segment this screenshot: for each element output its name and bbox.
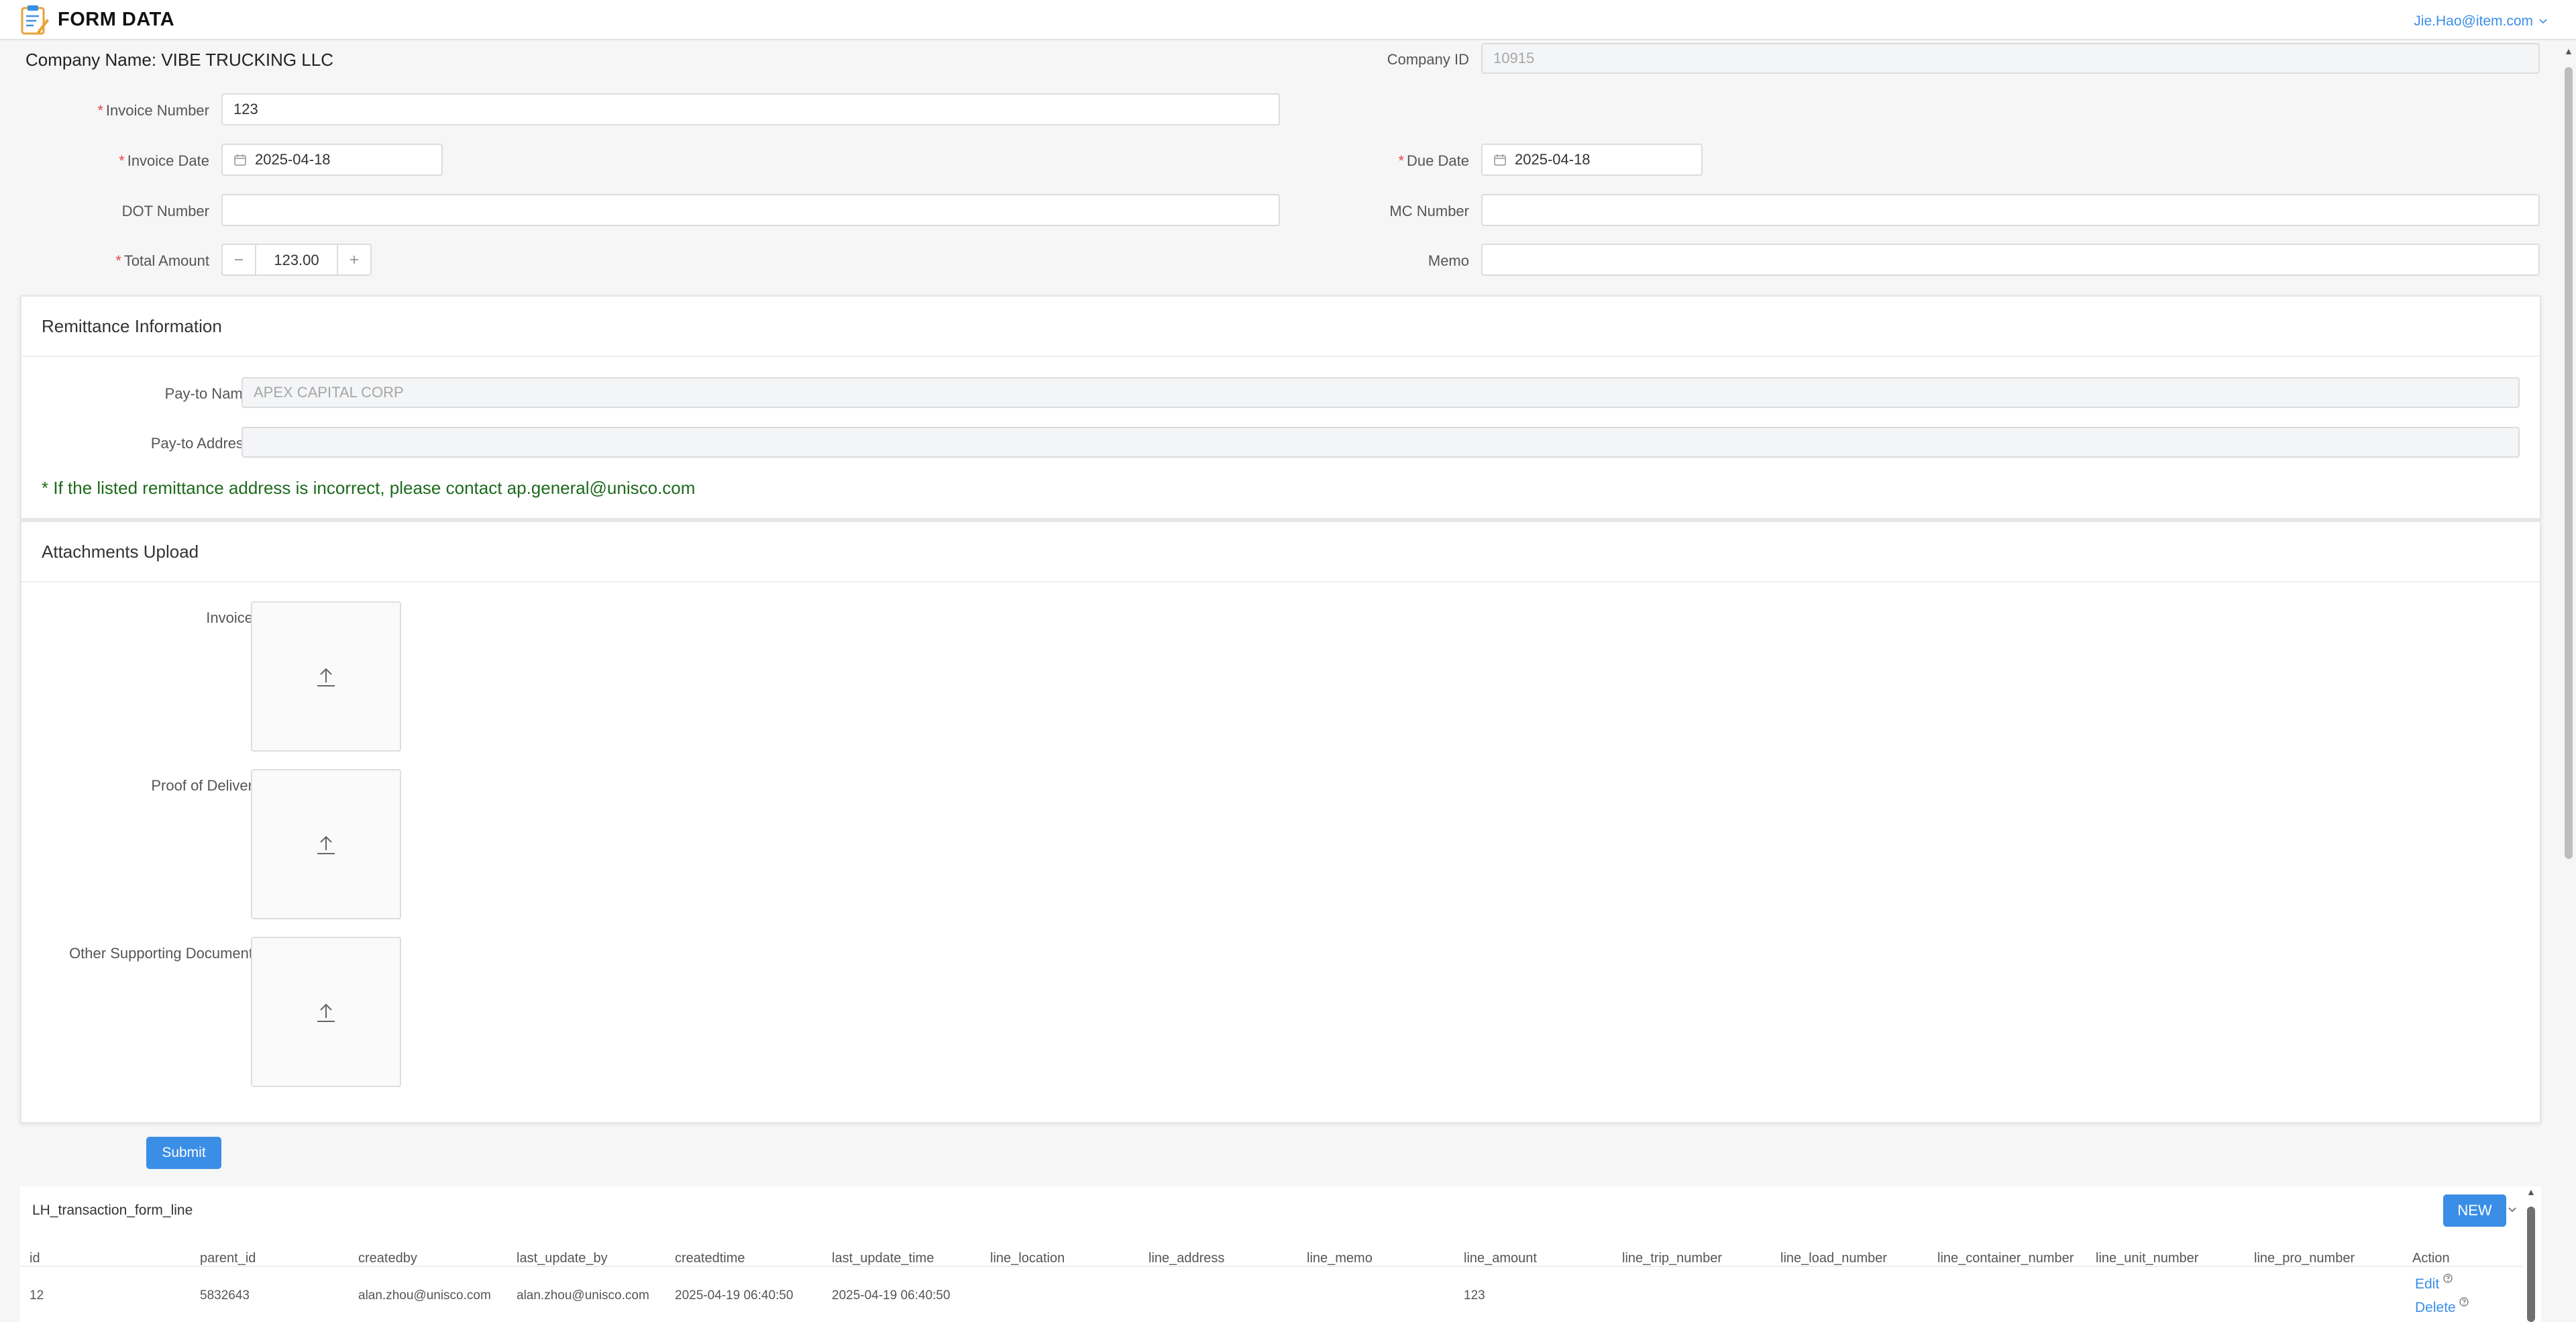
due-date-label: * Due Date (1398, 152, 1469, 169)
dot-number-input[interactable] (221, 194, 1280, 226)
column-header: line_container_number (1937, 1251, 2074, 1266)
app-title: FORM DATA (58, 8, 175, 30)
mc-number-label: MC Number (1389, 203, 1469, 219)
subtable-scrollbar[interactable]: ▲ (2522, 1186, 2538, 1322)
column-header: id (30, 1251, 40, 1266)
column-header: line_trip_number (1622, 1251, 1722, 1266)
mc-number-input[interactable] (1481, 194, 2540, 226)
edit-link[interactable]: Edit (2415, 1276, 2439, 1292)
column-header: last_update_time (832, 1251, 934, 1266)
question-icon[interactable] (2443, 1274, 2453, 1283)
required-mark: * (119, 152, 125, 169)
pod-label: Proof of Delivery (151, 777, 260, 794)
scroll-up-icon[interactable]: ▲ (2564, 46, 2573, 56)
required-mark: * (1398, 152, 1405, 169)
pay-to-name-field: APEX CAPITAL CORP (241, 377, 2520, 408)
calendar-icon (234, 154, 246, 166)
memo-label: Memo (1428, 252, 1469, 269)
user-menu[interactable]: Jie.Hao@item.com (2414, 13, 2548, 30)
attachments-title: Attachments Upload (21, 522, 2540, 582)
invoices-label: Invoices (206, 609, 260, 626)
company-id-field: 10915 (1481, 43, 2540, 74)
company-id-label: Company ID (1387, 51, 1469, 68)
new-button[interactable]: NEW (2443, 1194, 2506, 1227)
minus-icon (235, 259, 243, 260)
pay-to-name-label: Pay-to Name (164, 385, 251, 402)
invoice-date-label: * Invoice Date (119, 152, 209, 169)
pod-upload[interactable] (251, 769, 401, 919)
table-cell: 5832643 (200, 1288, 250, 1303)
table-divider (20, 1266, 2522, 1267)
column-header: line_unit_number (2096, 1251, 2199, 1266)
table-cell: 123 (1464, 1288, 1485, 1303)
top-bar: FORM DATA Jie.Hao@item.com (0, 0, 2576, 40)
calendar-icon (1494, 154, 1506, 166)
user-email[interactable]: Jie.Hao@item.com (2414, 13, 2533, 30)
remittance-title: Remittance Information (21, 297, 2540, 357)
company-name: Company Name: VIBE TRUCKING LLC (25, 50, 333, 70)
column-header: line_address (1148, 1251, 1225, 1266)
invoice-number-input[interactable]: 123 (221, 93, 1280, 125)
table-cell: alan.zhou@unisco.com (517, 1288, 649, 1303)
table-cell: alan.zhou@unisco.com (358, 1288, 491, 1303)
remittance-notice: * If the listed remittance address is in… (42, 478, 696, 498)
column-header: line_amount (1464, 1251, 1537, 1266)
due-date-picker[interactable]: 2025-04-18 (1481, 144, 1703, 176)
subtable-scrollbar-thumb[interactable] (2527, 1207, 2535, 1322)
required-mark: * (97, 102, 103, 119)
invoices-upload[interactable] (251, 601, 401, 752)
column-header: Action (2412, 1251, 2450, 1266)
invoice-date-picker[interactable]: 2025-04-18 (221, 144, 443, 176)
plus-icon (350, 256, 358, 264)
page-scrollbar-thumb[interactable] (2565, 67, 2573, 859)
required-mark: * (115, 252, 121, 269)
total-amount-stepper[interactable]: 123.00 (221, 244, 372, 276)
page-scrollbar[interactable]: ▲ (2561, 40, 2576, 1322)
chevron-down-icon[interactable] (2508, 1205, 2517, 1215)
column-header: last_update_by (517, 1251, 608, 1266)
form-logo-icon (21, 5, 49, 35)
decrement-button[interactable] (223, 245, 256, 274)
question-icon[interactable] (2459, 1297, 2469, 1307)
column-header: line_location (990, 1251, 1065, 1266)
chevron-down-icon (2539, 19, 2547, 24)
subtable-title: LH_transaction_form_line (32, 1203, 193, 1218)
attachments-card: Attachments Upload Invoices Proof of Del… (20, 521, 2541, 1123)
column-header: parent_id (200, 1251, 256, 1266)
remittance-card: Remittance Information Pay-to Name APEX … (20, 295, 2541, 519)
table-cell: 2025-04-19 06:40:50 (832, 1288, 951, 1303)
pay-to-address-label: Pay-to Address (150, 435, 251, 452)
upload-icon (317, 668, 335, 687)
total-amount-value[interactable]: 123.00 (256, 252, 337, 269)
upload-icon (317, 835, 335, 854)
invoice-number-label: * Invoice Number (97, 102, 209, 119)
column-header: line_memo (1307, 1251, 1373, 1266)
total-amount-label: * Total Amount (115, 252, 209, 269)
delete-link[interactable]: Delete (2415, 1300, 2456, 1316)
pay-to-address-field (241, 427, 2520, 458)
column-header: line_pro_number (2254, 1251, 2355, 1266)
increment-button[interactable] (337, 245, 370, 274)
scroll-up-icon[interactable]: ▲ (2526, 1186, 2536, 1197)
upload-icon (317, 1003, 335, 1022)
column-header: line_load_number (1780, 1251, 1888, 1266)
other-docs-upload[interactable] (251, 937, 401, 1087)
submit-button[interactable]: Submit (146, 1137, 221, 1169)
memo-input[interactable] (1481, 244, 2540, 276)
dot-number-label: DOT Number (121, 203, 209, 219)
column-header: createdtime (675, 1251, 745, 1266)
column-header: createdby (358, 1251, 417, 1266)
table-cell: 12 (30, 1288, 44, 1303)
other-docs-label: Other Supporting Documents (69, 945, 260, 962)
table-cell: 2025-04-19 06:40:50 (675, 1288, 794, 1303)
